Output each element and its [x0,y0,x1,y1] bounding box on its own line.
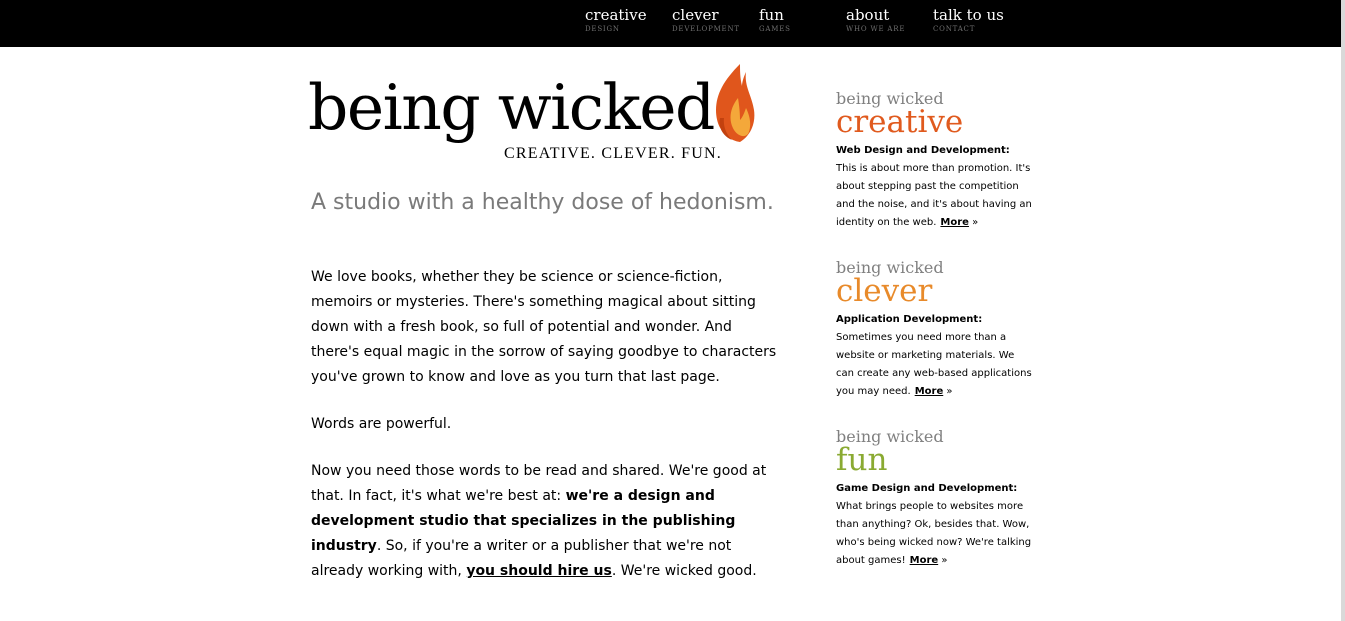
nav-talk-to-us[interactable]: talk to us CONTACT [933,7,1004,34]
hire-us-link[interactable]: you should hire us [466,563,612,579]
logo-tagline: CREATIVE. CLEVER. FUN. [504,145,722,162]
site-logo[interactable]: being wicked CREATIVE. CLEVER. FUN. [308,62,768,172]
statement-paragraph: Words are powerful. [311,416,452,432]
scrollbar-edge [1341,0,1345,621]
top-nav-bar: creative DESIGN clever DEVELOPMENT fun G… [0,0,1341,47]
flame-icon [716,64,755,142]
more-link-creative[interactable]: More [940,217,969,228]
nav-clever-sub: DEVELOPMENT [672,25,740,33]
more-arrow: » [941,555,948,566]
section-lead: Application Development: [836,314,983,325]
section-lead: Game Design and Development: [836,483,1018,494]
nav-about-label: about [846,6,890,24]
section-title-fun: fun [836,442,888,478]
pitch-paragraph: Now you need those words to be read and … [311,459,779,584]
nav-creative-label: creative [585,6,647,24]
more-arrow: » [946,386,953,397]
nav-talk-to-us-sub: CONTACT [933,25,976,33]
more-link-fun[interactable]: More [910,555,939,566]
section-description: Application Development: Sometimes you n… [836,311,1032,401]
more-link-clever[interactable]: More [915,386,944,397]
page-headline: A studio with a healthy dose of hedonism… [311,190,774,215]
section-title-creative: creative [836,104,964,140]
nav-about-sub: WHO WE ARE [846,25,906,33]
section-description: Game Design and Development: What brings… [836,480,1032,570]
logo-wordmark: being wicked [308,71,715,144]
section-description: Web Design and Development: This is abou… [836,142,1032,232]
nav-fun-label: fun [759,6,784,24]
nav-clever-label: clever [672,6,719,24]
nav-creative[interactable]: creative DESIGN [585,7,647,34]
sidebar-section-clever: being wicked clever Application Developm… [836,259,1032,401]
nav-fun[interactable]: fun GAMES [759,7,791,34]
more-arrow: » [972,217,979,228]
nav-creative-sub: DESIGN [585,25,620,33]
section-body: This is about more than promotion. It's … [836,163,1032,228]
nav-talk-to-us-label: talk to us [933,6,1004,24]
nav-clever[interactable]: clever DEVELOPMENT [672,7,740,34]
sidebar-section-fun: being wicked fun Game Design and Develop… [836,428,1032,570]
sidebar-section-creative: being wicked creative Web Design and Dev… [836,90,1032,232]
section-title-clever: clever [836,273,933,309]
intro-paragraph: We love books, whether they be science o… [311,269,777,385]
section-lead: Web Design and Development: [836,145,1010,156]
nav-about[interactable]: about WHO WE ARE [846,7,905,34]
pitch-text-c: . We're wicked good. [611,563,757,579]
nav-fun-sub: GAMES [759,25,791,33]
